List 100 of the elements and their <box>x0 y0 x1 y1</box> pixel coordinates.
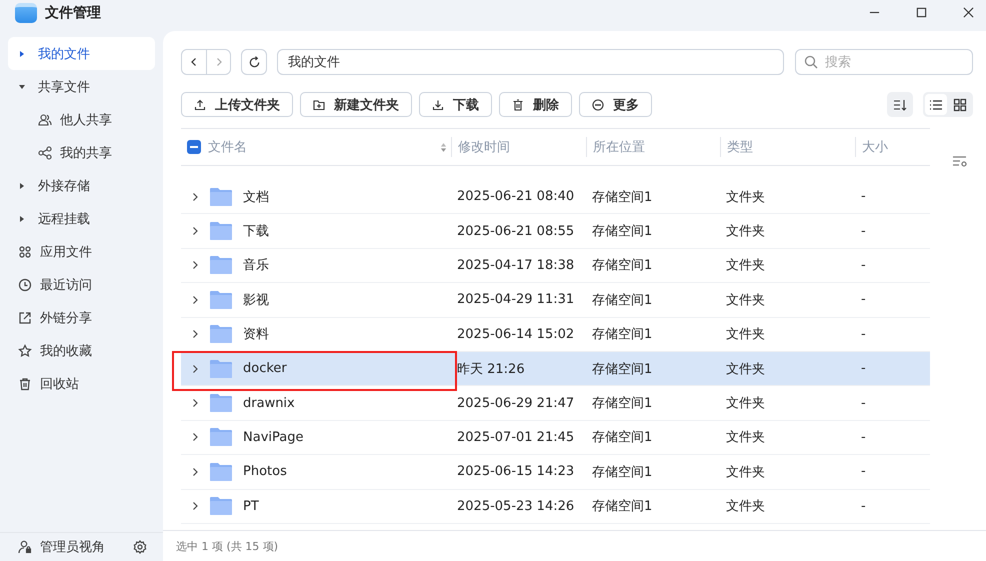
caret-down-icon[interactable] <box>18 82 26 90</box>
grid-icon <box>953 98 967 112</box>
file-name: PT <box>243 498 259 514</box>
toolbar-button[interactable]: 删除 <box>499 92 572 117</box>
file-name: NaviPage <box>243 430 304 445</box>
select-all-checkbox[interactable] <box>187 140 201 154</box>
sidebar-item[interactable]: 我的文件 <box>8 37 155 70</box>
size-text: - <box>861 224 866 239</box>
folder-icon <box>209 496 233 516</box>
refresh-icon <box>248 56 260 68</box>
modified-time: 2025-06-15 14:23 <box>457 464 574 480</box>
user-lock-icon <box>18 540 32 554</box>
file-name: 音乐 <box>243 257 269 274</box>
list-view-button[interactable] <box>925 94 947 115</box>
type-text: 文件夹 <box>726 188 765 206</box>
trash-icon <box>512 98 524 110</box>
toolbar-button[interactable]: 上传文件夹 <box>181 92 293 117</box>
modified-time: 2025-05-23 14:26 <box>457 498 574 514</box>
caret-right-icon[interactable] <box>18 182 26 190</box>
file-row[interactable]: 音乐 2025-04-17 18:38 存储空间1 文件夹 - <box>181 248 930 284</box>
size-text: - <box>861 430 866 445</box>
folder-icon <box>209 324 233 344</box>
upload-icon <box>194 98 206 110</box>
chevron-icon[interactable] <box>191 329 199 340</box>
folder-icon <box>209 255 233 276</box>
modified-time: 2025-07-01 21:45 <box>457 430 574 445</box>
sidebar-item[interactable]: 回收站 <box>8 367 155 400</box>
file-row[interactable]: NaviPage 2025-07-01 21:45 存储空间1 文件夹 - <box>181 420 930 456</box>
size-text: - <box>861 361 866 376</box>
type-text: 文件夹 <box>726 395 765 412</box>
sidebar-item[interactable]: 应用文件 <box>8 235 155 268</box>
chevron-icon[interactable] <box>191 226 199 236</box>
file-name: 影视 <box>243 292 269 309</box>
folder-plus-icon <box>313 98 325 110</box>
sidebar-item[interactable]: 我的共享 <box>8 136 155 169</box>
search-icon <box>804 55 818 69</box>
close-icon[interactable] <box>963 7 974 18</box>
size-text: - <box>861 498 866 514</box>
location-text: 存储空间1 <box>592 292 652 309</box>
settings-icon[interactable] <box>133 540 147 554</box>
chevron-icon[interactable] <box>191 398 199 408</box>
file-name: 下载 <box>243 223 269 240</box>
location-text: 存储空间1 <box>592 429 652 446</box>
download-icon <box>432 98 444 110</box>
apps-icon <box>18 244 32 258</box>
maximize-icon[interactable] <box>916 7 927 18</box>
chevron-left-icon <box>189 57 199 67</box>
refresh-button[interactable] <box>241 49 267 75</box>
file-row[interactable]: Photos 2025-06-15 14:23 存储空间1 文件夹 - <box>181 455 930 490</box>
clock-icon <box>18 278 32 292</box>
chevron-icon[interactable] <box>191 294 199 305</box>
file-row[interactable]: 影视 2025-04-29 11:31 存储空间1 文件夹 - <box>181 283 930 318</box>
sidebar-item[interactable]: 外接存储 <box>8 169 155 202</box>
location-text: 存储空间1 <box>592 395 652 412</box>
sidebar-item[interactable]: 远程挂载 <box>8 202 155 235</box>
type-text: 文件夹 <box>726 326 765 344</box>
chevron-icon[interactable] <box>191 260 199 270</box>
sidebar-item[interactable]: 他人共享 <box>8 103 155 136</box>
sidebar-item[interactable]: 共享文件 <box>8 70 155 103</box>
modified-time: 2025-06-21 08:40 <box>457 189 574 204</box>
file-row[interactable]: drawnix 2025-06-29 21:47 存储空间1 文件夹 - <box>181 386 930 421</box>
column-settings-icon[interactable] <box>952 154 968 168</box>
trash-icon <box>18 376 32 390</box>
size-text: - <box>861 258 866 273</box>
caret-right-icon[interactable] <box>18 50 26 58</box>
toolbar-button[interactable]: 更多 <box>579 92 652 117</box>
star-icon <box>18 344 32 358</box>
sort-icon <box>893 98 907 112</box>
sort-button[interactable] <box>887 92 913 117</box>
folder-icon <box>209 221 233 242</box>
admin-view-item[interactable]: 管理员视角 <box>8 535 105 559</box>
type-text: 文件夹 <box>726 360 765 378</box>
caret-right-icon[interactable] <box>18 214 26 222</box>
sort-icon[interactable] <box>440 142 447 152</box>
chevron-icon[interactable] <box>191 432 199 442</box>
file-row[interactable]: 下载 2025-06-21 08:55 存储空间1 文件夹 - <box>181 214 930 249</box>
sidebar-item[interactable]: 外链分享 <box>8 301 155 334</box>
chevron-icon[interactable] <box>191 364 199 374</box>
file-name: docker <box>243 361 287 376</box>
sidebar-item[interactable]: 我的收藏 <box>8 334 155 367</box>
toolbar-button[interactable]: 下载 <box>419 92 492 117</box>
window-title: 文件管理 <box>45 4 101 22</box>
location-text: 存储空间1 <box>592 257 652 274</box>
file-row[interactable]: 文档 2025-06-21 08:40 存储空间1 文件夹 - <box>181 180 930 214</box>
list-icon <box>929 98 943 112</box>
folder-icon <box>209 290 233 310</box>
file-row[interactable]: PT 2025-05-23 14:26 存储空间1 文件夹 - <box>181 490 930 524</box>
location-text: 存储空间1 <box>592 223 652 240</box>
folder-icon <box>209 358 233 379</box>
search-field[interactable]: 搜索 <box>795 49 973 75</box>
chevron-icon[interactable] <box>191 466 199 477</box>
path-field[interactable]: 我的文件 <box>277 49 784 75</box>
folder-icon <box>209 186 233 207</box>
toolbar-button[interactable]: 新建文件夹 <box>300 92 412 117</box>
location-text: 存储空间1 <box>592 464 652 481</box>
sidebar-item[interactable]: 最近访问 <box>8 268 155 301</box>
chevron-icon[interactable] <box>191 501 199 512</box>
type-text: 文件夹 <box>726 464 765 481</box>
chevron-icon[interactable] <box>191 192 199 202</box>
people-icon <box>38 112 52 126</box>
